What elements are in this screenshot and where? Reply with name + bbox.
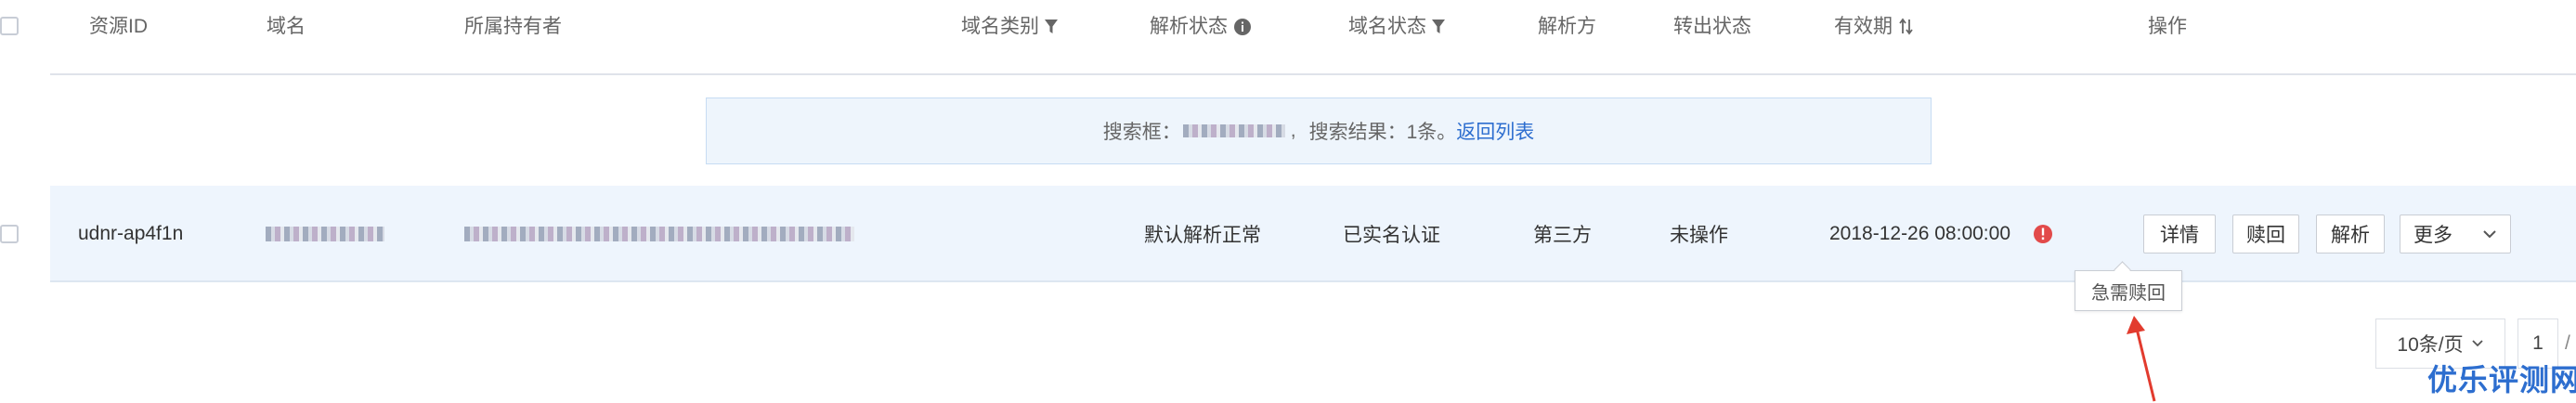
chevron-down-icon (2483, 230, 2496, 239)
header-dns-status: 解析状态 (1150, 11, 1252, 39)
annotation-arrow-icon (2127, 316, 2156, 402)
details-button[interactable]: 详情 (2143, 214, 2216, 254)
sort-icon[interactable] (1898, 18, 1915, 36)
filter-icon[interactable] (1044, 19, 1058, 35)
header-actions: 操作 (2148, 16, 2187, 37)
tooltip-text: 急需赎回 (2091, 282, 2166, 304)
search-result-banner: 搜索框： , 搜索结果：1条。 返回列表 (706, 98, 1932, 164)
header-domain-status[interactable]: 域名状态 (1348, 11, 1445, 39)
cell-dns-status: 默认解析正常 (1144, 225, 1261, 246)
header-domain-type[interactable]: 域名类别 (961, 11, 1058, 39)
table-header: 资源ID 域名 所属持有者 域名类别 解析状态 域名状态 解析方 转出状态 有效… (0, 0, 2576, 74)
cell-transfer-status: 未操作 (1670, 225, 1728, 246)
header-expiry[interactable]: 有效期 (1834, 11, 1915, 39)
row-checkbox[interactable] (0, 225, 19, 243)
cell-expiry: 2018-12-26 08:00:00 (1829, 223, 2010, 244)
search-separator: , (1290, 120, 1296, 141)
redeem-button[interactable]: 赎回 (2232, 214, 2299, 254)
header-expiry-label: 有效期 (1834, 16, 1893, 37)
back-to-list-link[interactable]: 返回列表 (1456, 117, 1534, 145)
redeem-urgent-tooltip: 急需赎回 (2075, 270, 2182, 311)
more-button-label: 更多 (2413, 225, 2452, 246)
search-prefix: 搜索框： (1102, 122, 1181, 143)
header-domain-status-label: 域名状态 (1348, 16, 1426, 37)
more-dropdown-button[interactable]: 更多 (2400, 214, 2511, 254)
page-total-separator: / (2565, 332, 2570, 354)
resolve-button[interactable]: 解析 (2316, 214, 2385, 254)
header-owner: 所属持有者 (464, 16, 562, 37)
info-icon[interactable] (1233, 18, 1252, 36)
watermark-text: 优乐评测网 (2427, 363, 2576, 396)
header-divider (50, 73, 2576, 75)
header-resource-id: 资源ID (89, 16, 148, 37)
blurred-search-term (1182, 124, 1285, 137)
blurred-domain (266, 227, 384, 241)
alert-icon[interactable] (2033, 224, 2053, 244)
cell-resource-id: udnr-ap4f1n (78, 223, 184, 244)
select-all-checkbox[interactable] (0, 17, 19, 35)
header-transfer-status: 转出状态 (1673, 16, 1751, 37)
chevron-down-icon (2471, 340, 2483, 347)
filter-icon[interactable] (1431, 19, 1445, 35)
header-domain: 域名 (267, 16, 306, 37)
search-result-text: 搜索结果：1条。 (1308, 122, 1457, 143)
cell-dns-provider: 第三方 (1533, 225, 1592, 246)
cell-domain-status: 已实名认证 (1343, 225, 1440, 246)
header-dns-status-label: 解析状态 (1150, 16, 1228, 37)
header-dns-provider: 解析方 (1538, 16, 1596, 37)
page-size-label: 10条/页 (2397, 334, 2464, 356)
blurred-owner (464, 227, 854, 241)
header-domain-type-label: 域名类别 (961, 16, 1039, 37)
